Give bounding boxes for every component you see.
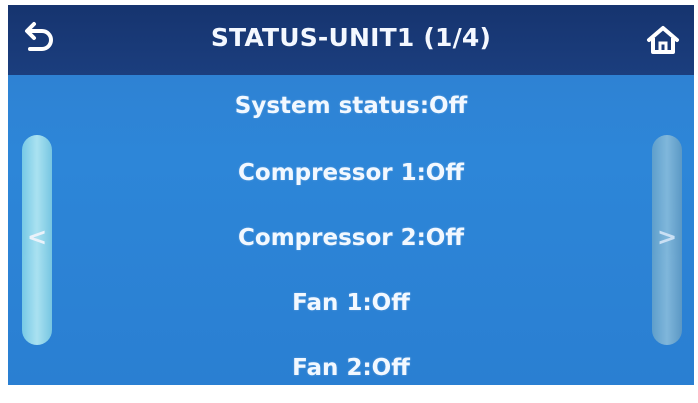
status-system: System status:Off [234,93,468,119]
status-compressor-1: Compressor 1:Off [238,160,464,186]
status-screen: STATUS-UNIT1 (1/4) < > System status:Off… [8,5,694,385]
status-compressor-2: Compressor 2:Off [238,225,464,251]
header-bar: STATUS-UNIT1 (1/4) [8,5,694,75]
status-fan-2: Fan 2:Off [292,355,410,381]
home-button[interactable] [642,19,684,61]
page-title: STATUS-UNIT1 (1/4) [210,23,492,52]
home-icon [647,26,679,54]
status-fan-1: Fan 1:Off [292,290,410,316]
